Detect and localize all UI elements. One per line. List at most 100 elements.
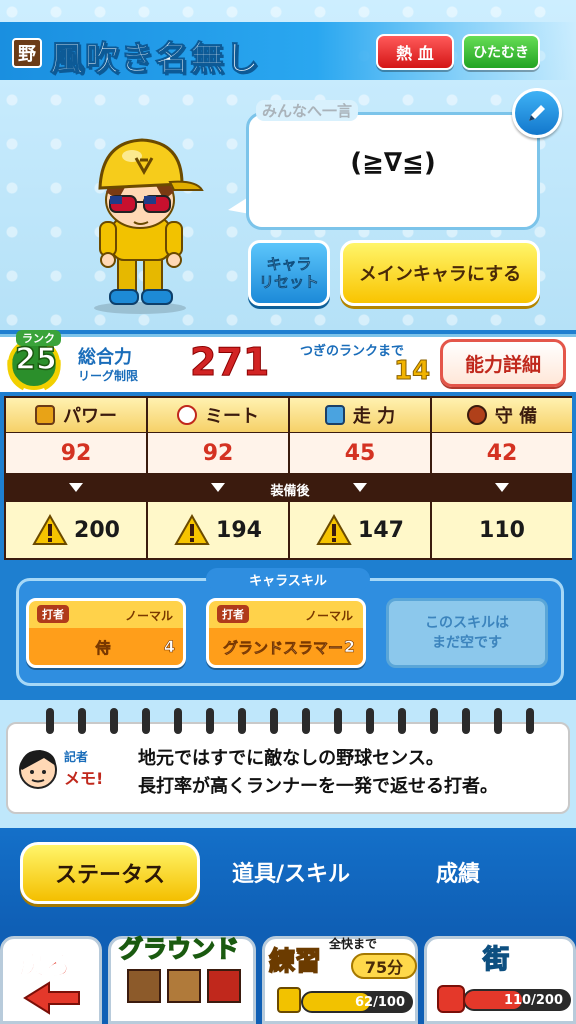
next-rank-label: つぎのランクまで [300, 344, 405, 359]
town-button[interactable]: 街 110/200 [424, 936, 576, 1024]
arrow-down-icon [495, 482, 509, 492]
back-button[interactable]: 戻る [0, 936, 102, 1024]
league-limit-label: リーグ制限 [78, 369, 139, 383]
ring-icon [46, 708, 54, 734]
ring-icon [270, 708, 278, 734]
character-reset-button[interactable]: キャラ リセット [248, 240, 330, 306]
warning-icon [32, 514, 68, 545]
reporter-memo-tag: 記者 メモ! [64, 748, 124, 796]
skill-card-2[interactable]: 打者 ノーマル グランドスラマー 2 [206, 598, 366, 668]
ring-icon [174, 708, 182, 734]
empty-skill-text-1: このスキルは [425, 615, 509, 631]
skill-type: 打者 [37, 605, 69, 623]
comment-text: (≧∇≦) [350, 148, 436, 178]
edit-comment-button[interactable] [512, 88, 562, 138]
trait-badge-earnest[interactable]: ひたむき [462, 34, 540, 70]
stamina-icon [277, 987, 301, 1013]
stat-after-equip: 194 [148, 502, 288, 558]
ground-label: グラウンド [118, 934, 240, 964]
skill-rarity: ノーマル [304, 609, 353, 623]
memo-tag-top: 記者 [64, 750, 89, 764]
stat-header-speed: 走 力 [290, 398, 430, 432]
stat-header-defense: 守 備 [432, 398, 572, 432]
meet-icon [177, 405, 197, 425]
town-gauge-text: 110/200 [503, 992, 563, 1008]
bat-icon [167, 969, 201, 1003]
ring-icon [334, 708, 342, 734]
town-gauge: 110/200 [463, 989, 571, 1011]
pencil-icon [529, 105, 545, 121]
practice-label: 練習 [268, 946, 322, 978]
total-power-value: 271 [189, 340, 270, 385]
reporter-avatar [19, 750, 57, 789]
stat-after-equip: 110 [432, 502, 572, 558]
rank-value: 25 [14, 341, 57, 378]
tab-items-skills[interactable]: 道具/スキル [232, 856, 350, 888]
back-label: 戻る [18, 951, 72, 982]
stat-label: 走 力 [352, 406, 396, 427]
practice-sub-label: 全快まで [329, 937, 378, 951]
stat-column-speed: 走 力 45 147 [290, 396, 430, 560]
ground-button[interactable]: グラウンド [108, 934, 256, 1024]
skill-section-title: キャラスキル [206, 568, 370, 590]
ring-icon [494, 708, 502, 734]
skill-rarity: ノーマル [124, 609, 173, 623]
arrow-down-icon [353, 482, 367, 492]
stat-column-defense: 守 備 42 110 [432, 396, 572, 560]
character-reset-label: キャラ リセット [258, 255, 320, 292]
glove-icon [466, 405, 487, 425]
stat-label: ミート [205, 406, 259, 427]
power-icon [35, 405, 55, 425]
total-power-label: 総合力 [78, 347, 132, 368]
player-avatar [94, 138, 204, 314]
skill-type: 打者 [217, 605, 249, 623]
skill-slot-empty[interactable]: このスキルは まだ空です [386, 598, 548, 668]
ring-icon [142, 708, 150, 734]
ring-icon [238, 708, 246, 734]
stat-after-value: 200 [74, 517, 120, 543]
set-main-character-button[interactable]: メインキャラにする [340, 240, 540, 306]
empty-skill-text-2: まだ空です [432, 635, 502, 651]
position-badge: 野 [12, 38, 42, 68]
ring-icon [430, 708, 438, 734]
glove-icon [127, 969, 161, 1003]
arrow-down-icon [211, 482, 225, 492]
stat-value: 42 [432, 433, 572, 473]
stat-arrow-row [6, 473, 146, 501]
back-arrow-icon [23, 981, 80, 1015]
memo-line-1: 地元ではすでに敵なしの野球センス。 [138, 748, 444, 769]
ability-detail-button[interactable]: 能力詳細 [440, 339, 566, 387]
stat-after-value: 194 [216, 517, 262, 543]
warning-icon [316, 514, 352, 545]
stat-value: 92 [6, 433, 146, 473]
memo-tag-bottom: メモ! [64, 769, 104, 788]
skill-card-1[interactable]: 打者 ノーマル 侍 4 [26, 598, 186, 668]
practice-gauge-text: 62/100 [355, 994, 405, 1010]
stat-after-value: 110 [479, 517, 525, 543]
stat-value: 92 [148, 433, 288, 473]
tab-record[interactable]: 成績 [436, 856, 480, 888]
stat-after-value: 147 [358, 517, 404, 543]
town-label: 街 [482, 944, 510, 976]
equip-after-label: 装備後 [270, 484, 310, 499]
trait-badge-passion[interactable]: 熱 血 [376, 34, 454, 70]
ring-icon [110, 708, 118, 734]
skill-level: 4 [163, 637, 176, 657]
ring-icon [462, 708, 470, 734]
practice-time: 75分 [351, 953, 417, 979]
ring-icon [398, 708, 406, 734]
stat-label: パワー [63, 406, 117, 427]
next-rank-value: 14 [393, 356, 431, 387]
speed-icon [324, 405, 345, 425]
stat-value: 45 [290, 433, 430, 473]
warning-icon [174, 514, 210, 545]
stat-after-equip: 200 [6, 502, 146, 558]
stat-after-equip: 147 [290, 502, 430, 558]
town-energy-icon [437, 985, 465, 1013]
arrow-down-icon [69, 482, 83, 492]
ring-icon [206, 708, 214, 734]
skill-level: 2 [343, 637, 356, 657]
gift-icon [207, 969, 241, 1003]
tab-status[interactable]: ステータス [20, 842, 200, 904]
practice-button[interactable]: 練習 全快まで 75分 62/100 [262, 936, 418, 1024]
